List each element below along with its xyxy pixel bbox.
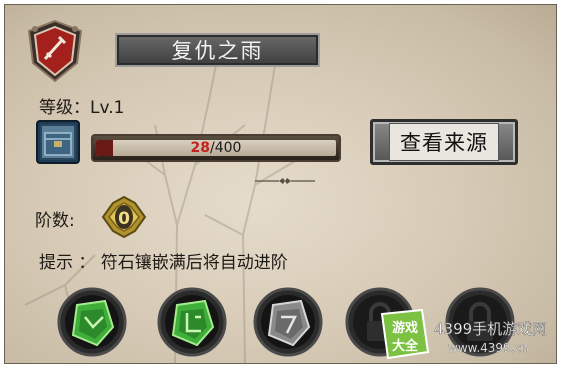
watermark-logo-top: 游戏 [392, 320, 418, 336]
watermark-logo: 游戏 大全 4399手机游戏网 www.4399.cn [380, 308, 547, 360]
sword-shield-icon [27, 19, 83, 83]
grey-rune-slot[interactable] [253, 287, 323, 357]
green-rune-slot-2[interactable] [157, 287, 227, 357]
stage-value: 0 [118, 209, 130, 229]
item-title: 复仇之雨 [171, 39, 264, 63]
watermark-logo-bottom: 大全 [392, 338, 419, 354]
watermark-brand: 4399手机游戏网 [434, 320, 547, 338]
item-title-bar: 复仇之雨 [115, 33, 320, 67]
view-source-button[interactable]: 查看来源 [370, 119, 518, 165]
level-label: 等级：Lv.1 [39, 98, 125, 118]
ornament-divider-icon [255, 178, 315, 184]
progress-track: 28/400 [96, 140, 336, 156]
progress-max: /400 [210, 140, 242, 156]
hint-text: 提示 ： 符石镶嵌满后将自动进阶 [39, 253, 288, 273]
rune-pack-icon[interactable] [35, 119, 81, 165]
rune-progress-bar: 28/400 [91, 134, 341, 162]
stage-label: 阶数: [35, 211, 75, 231]
watermark-url: www.4399.cn [448, 341, 529, 355]
green-rune-slot-1[interactable] [57, 287, 127, 357]
view-source-label: 查看来源 [389, 123, 499, 161]
progress-current: 28 [190, 140, 211, 156]
progress-text: 28/400 [96, 140, 336, 156]
stage-medal-icon: 0 [101, 195, 147, 239]
